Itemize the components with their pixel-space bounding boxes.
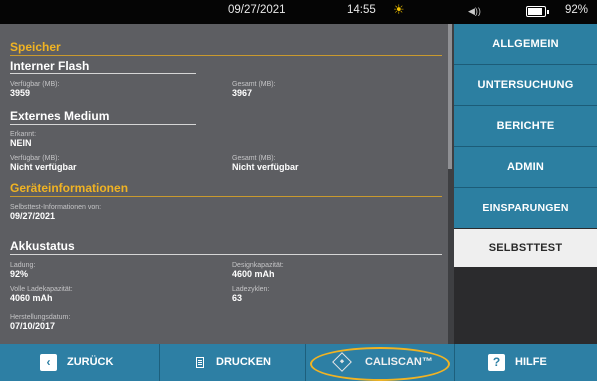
design-capacity-value: 4600 mAh <box>232 269 275 279</box>
help-button[interactable]: ? HILFE <box>488 344 547 381</box>
manufacture-date-label: Herstellungsdatum: <box>10 314 71 321</box>
section-divider <box>10 55 442 56</box>
printer-icon <box>196 356 204 368</box>
external-total-value: Nicht verfügbar <box>232 162 299 172</box>
section-heading-speicher: Speicher <box>10 40 61 54</box>
external-detected-value: NEIN <box>10 138 32 148</box>
nav-selbsttest[interactable]: SELBSTTEST <box>454 229 597 267</box>
subsection-divider <box>10 254 442 255</box>
nav-admin[interactable]: ADMIN <box>454 147 597 187</box>
manufacture-date-value: 07/10/2017 <box>10 321 56 331</box>
external-total-label: Gesamt (MB): <box>232 155 276 162</box>
nav-allgemein[interactable]: ALLGEMEIN <box>454 24 597 64</box>
sun-icon[interactable]: ☀ <box>393 2 405 18</box>
full-capacity-value: 4060 mAh <box>10 293 53 303</box>
flash-available-value: 3959 <box>10 88 31 98</box>
battery-level-fill <box>528 8 542 15</box>
print-button[interactable]: DRUCKEN <box>196 344 271 381</box>
external-available-value: Nicht verfügbar <box>10 162 77 172</box>
full-capacity-label: Volle Ladekapazität: <box>10 286 73 293</box>
subsection-divider <box>10 73 196 74</box>
selftest-date-label: Selbsttest-Informationen von: <box>10 204 102 211</box>
charge-cycles-value: 63 <box>232 293 243 303</box>
subheading-externes-medium: Externes Medium <box>10 109 110 123</box>
selftest-info-panel: Speicher Interner Flash Verfügbar (MB): … <box>0 24 452 344</box>
speaker-icon[interactable]: ◀)) <box>468 6 481 17</box>
battery-charge-label: Ladung: <box>10 262 36 269</box>
toolbar-divider <box>454 344 455 381</box>
status-date: 09/27/2021 <box>228 4 286 16</box>
back-button[interactable]: ‹ ZURÜCK <box>40 344 113 381</box>
charge-cycles-label: Ladezyklen: <box>232 286 270 293</box>
bottom-toolbar: ‹ ZURÜCK DRUCKEN CALISCAN™ ? HILFE <box>0 344 597 381</box>
chevron-left-icon: ‹ <box>40 353 57 371</box>
nav-einsparungen-anzeigen[interactable]: EINSPARUNGEN ANZEIGEN <box>454 188 597 254</box>
help-button-label: HILFE <box>515 356 547 368</box>
toolbar-divider <box>159 344 160 381</box>
caliscan-highlight-oval <box>310 347 450 381</box>
subsection-divider <box>10 124 196 125</box>
design-capacity-label: Designkapazität: <box>232 262 284 269</box>
battery-icon <box>526 6 549 17</box>
flash-total-label: Gesamt (MB): <box>232 81 276 88</box>
flash-total-value: 3967 <box>232 88 253 98</box>
section-heading-geraeteinformationen: Geräteinformationen <box>10 181 129 195</box>
battery-percent: 92% <box>565 4 589 16</box>
external-available-label: Verfügbar (MB): <box>10 155 60 162</box>
selftest-date-value: 09/27/2021 <box>10 211 56 221</box>
subheading-interner-flash: Interner Flash <box>10 59 90 73</box>
battery-charge-value: 92% <box>10 269 29 279</box>
section-divider <box>10 196 442 197</box>
print-button-label: DRUCKEN <box>216 356 271 368</box>
nav-berichte[interactable]: BERICHTE <box>454 106 597 146</box>
toolbar-divider <box>305 344 306 381</box>
scrollbar-thumb[interactable] <box>448 24 452 169</box>
nav-untersuchung[interactable]: UNTERSUCHUNG <box>454 65 597 105</box>
back-button-label: ZURÜCK <box>67 356 114 368</box>
flash-available-label: Verfügbar (MB): <box>10 81 60 88</box>
settings-nav: ALLGEMEIN UNTERSUCHUNG BERICHTE ADMIN EI… <box>454 24 597 344</box>
status-time: 14:55 <box>347 4 376 16</box>
subheading-akkustatus: Akkustatus <box>10 239 75 253</box>
question-icon: ? <box>488 353 505 371</box>
status-bar: 09/27/2021 14:55 ☀ ◀)) 92% <box>0 0 597 24</box>
external-detected-label: Erkannt: <box>10 131 37 138</box>
